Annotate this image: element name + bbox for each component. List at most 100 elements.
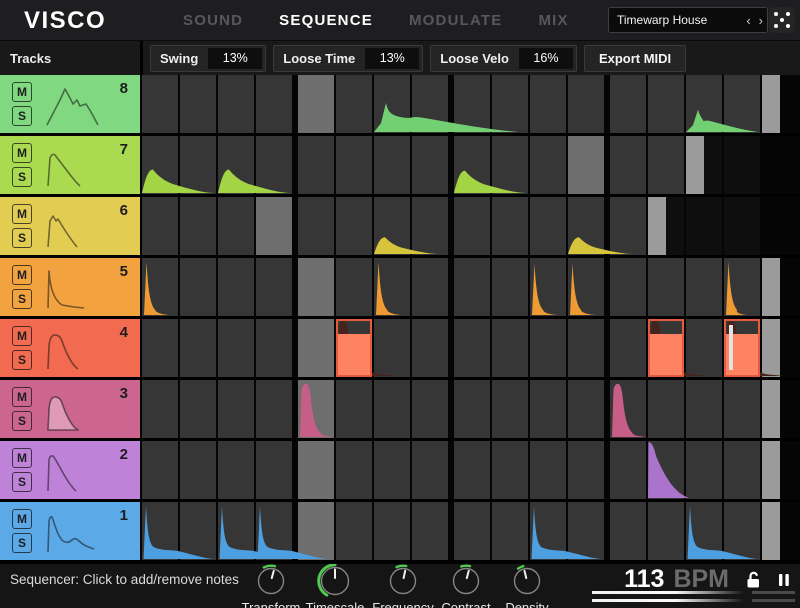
solo-button[interactable]: S bbox=[12, 167, 32, 187]
note[interactable] bbox=[256, 502, 332, 560]
step-cell[interactable] bbox=[610, 75, 646, 133]
step-cell[interactable] bbox=[256, 75, 292, 133]
step-cell[interactable] bbox=[610, 502, 646, 560]
note[interactable] bbox=[218, 136, 290, 194]
step-cell[interactable] bbox=[374, 441, 410, 499]
control-value[interactable]: 16% bbox=[519, 48, 573, 69]
step-cell[interactable] bbox=[336, 441, 372, 499]
step-cell[interactable] bbox=[180, 380, 216, 438]
note[interactable] bbox=[724, 258, 762, 316]
step-cell[interactable] bbox=[492, 380, 528, 438]
step-cell[interactable] bbox=[336, 380, 372, 438]
tab-sound[interactable]: SOUND bbox=[183, 12, 243, 29]
playhead-cell[interactable] bbox=[298, 319, 334, 377]
step-cell[interactable] bbox=[412, 136, 448, 194]
control-value[interactable]: 13% bbox=[365, 48, 419, 69]
step-cell[interactable] bbox=[374, 380, 410, 438]
note[interactable] bbox=[374, 197, 439, 255]
step-cell[interactable] bbox=[256, 380, 292, 438]
loop-end-marker[interactable] bbox=[686, 136, 704, 194]
playhead-cell[interactable] bbox=[256, 197, 292, 255]
step-cell[interactable] bbox=[686, 380, 722, 438]
step-cell[interactable] bbox=[142, 380, 178, 438]
loop-end-marker[interactable] bbox=[762, 380, 780, 438]
step-cell[interactable] bbox=[454, 258, 490, 316]
preset-next-arrow-icon[interactable]: › bbox=[755, 13, 767, 28]
pause-icon[interactable] bbox=[778, 573, 790, 587]
track-label-4[interactable]: MS4 bbox=[0, 319, 140, 377]
solo-button[interactable]: S bbox=[12, 106, 32, 126]
solo-button[interactable]: S bbox=[12, 411, 32, 431]
step-cell[interactable] bbox=[374, 136, 410, 194]
step-cell[interactable] bbox=[492, 502, 528, 560]
step-cell[interactable] bbox=[610, 441, 646, 499]
step-cell[interactable] bbox=[142, 441, 178, 499]
step-cell[interactable] bbox=[454, 441, 490, 499]
step-cell[interactable] bbox=[454, 197, 490, 255]
step-cell[interactable] bbox=[530, 319, 566, 377]
step-cell[interactable] bbox=[218, 258, 254, 316]
playhead-cell[interactable] bbox=[568, 136, 604, 194]
step-cell[interactable] bbox=[724, 441, 760, 499]
note[interactable] bbox=[454, 136, 526, 194]
step-cell[interactable] bbox=[180, 441, 216, 499]
note[interactable] bbox=[298, 380, 340, 438]
note[interactable] bbox=[648, 441, 716, 499]
step-cell[interactable] bbox=[568, 319, 604, 377]
track-label-3[interactable]: MS3 bbox=[0, 380, 140, 438]
control-value[interactable]: 13% bbox=[208, 48, 262, 69]
note[interactable] bbox=[142, 258, 188, 316]
step-cell[interactable] bbox=[336, 258, 372, 316]
step-cell[interactable] bbox=[218, 319, 254, 377]
tab-sequence[interactable]: SEQUENCE bbox=[279, 12, 373, 29]
preset-prev-arrow-icon[interactable]: ‹ bbox=[742, 13, 754, 28]
mute-button[interactable]: M bbox=[12, 509, 32, 529]
step-cell[interactable] bbox=[530, 136, 566, 194]
track-label-8[interactable]: MS8 bbox=[0, 75, 140, 133]
mute-button[interactable]: M bbox=[12, 204, 32, 224]
step-cell[interactable] bbox=[492, 441, 528, 499]
note[interactable] bbox=[686, 75, 758, 133]
step-cell[interactable] bbox=[256, 319, 292, 377]
step-cell[interactable] bbox=[180, 75, 216, 133]
note[interactable] bbox=[686, 502, 762, 560]
step-cell[interactable] bbox=[336, 502, 372, 560]
step-cell[interactable] bbox=[648, 380, 684, 438]
step-cell[interactable] bbox=[724, 380, 760, 438]
solo-button[interactable]: S bbox=[12, 472, 32, 492]
tab-mix[interactable]: MIX bbox=[538, 12, 568, 29]
note[interactable] bbox=[568, 258, 614, 316]
step-cell[interactable] bbox=[724, 136, 760, 194]
playhead-cell[interactable] bbox=[298, 441, 334, 499]
step-cell[interactable] bbox=[374, 502, 410, 560]
step-cell[interactable] bbox=[180, 197, 216, 255]
track-label-2[interactable]: MS2 bbox=[0, 441, 140, 499]
note[interactable] bbox=[568, 197, 633, 255]
step-cell[interactable] bbox=[142, 319, 178, 377]
step-cell[interactable] bbox=[256, 258, 292, 316]
step-cell[interactable] bbox=[686, 258, 722, 316]
step-cell[interactable] bbox=[610, 319, 646, 377]
lock-icon[interactable] bbox=[745, 570, 761, 589]
step-cell[interactable] bbox=[142, 197, 178, 255]
step-cell[interactable] bbox=[530, 75, 566, 133]
step-cell[interactable] bbox=[530, 197, 566, 255]
step-cell[interactable] bbox=[218, 441, 254, 499]
step-cell[interactable] bbox=[610, 136, 646, 194]
step-cell[interactable] bbox=[530, 441, 566, 499]
note[interactable] bbox=[374, 75, 518, 133]
step-cell[interactable] bbox=[568, 380, 604, 438]
selected-note[interactable] bbox=[724, 319, 760, 377]
step-cell[interactable] bbox=[336, 75, 372, 133]
note[interactable] bbox=[530, 502, 606, 560]
track-label-6[interactable]: MS6 bbox=[0, 197, 140, 255]
selected-note[interactable] bbox=[648, 319, 684, 377]
step-cell[interactable] bbox=[530, 380, 566, 438]
mute-button[interactable]: M bbox=[12, 448, 32, 468]
track-label-1[interactable]: MS1 bbox=[0, 502, 140, 560]
note[interactable] bbox=[610, 380, 652, 438]
step-cell[interactable] bbox=[412, 441, 448, 499]
step-cell[interactable] bbox=[686, 197, 722, 255]
settings-dots-icon[interactable] bbox=[769, 7, 795, 33]
playhead-cell[interactable] bbox=[298, 75, 334, 133]
